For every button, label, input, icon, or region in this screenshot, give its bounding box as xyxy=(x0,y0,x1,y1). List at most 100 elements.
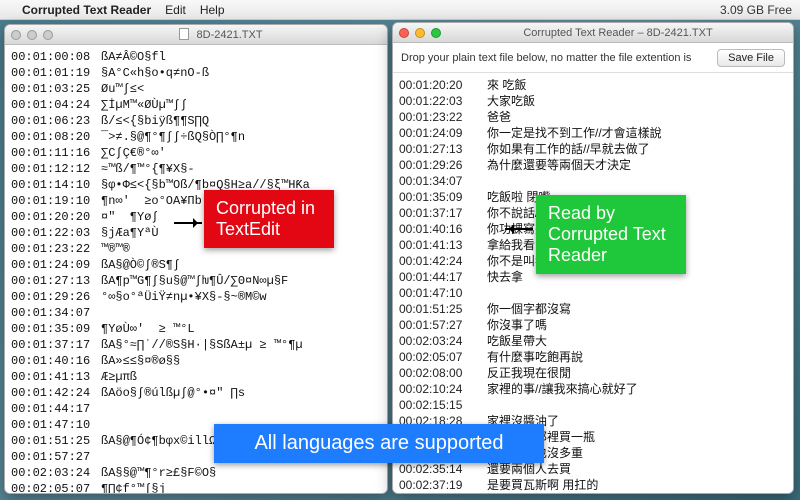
text-row: 00:02:05:07有什麼事吃飽再說 xyxy=(399,349,787,365)
text-row: 00:01:37:17ßA§°≈∏˙//®S§H·|§SßA±µ ≥ ™°¶µ xyxy=(11,337,381,353)
text-row: 00:01:34:07 xyxy=(399,173,787,189)
line-text: ßAöo§∫®úlßµ∫@°•¤" ∏s xyxy=(101,385,381,401)
text-row: 00:02:37:19是要買瓦斯啊 用扛的 xyxy=(399,477,787,493)
timestamp: 00:02:03:24 xyxy=(11,465,97,481)
line-text: 有什麼事吃飽再說 xyxy=(487,349,787,365)
timestamp: 00:01:03:25 xyxy=(11,81,97,97)
text-row: 00:02:08:00反正我現在很閒 xyxy=(399,365,787,381)
text-row: 00:01:41:13Æ≥µπß xyxy=(11,369,381,385)
timestamp: 00:01:11:16 xyxy=(11,145,97,161)
text-row: 00:01:00:08ßA≠Â©O§fl xyxy=(11,49,381,65)
text-row: 00:01:22:03大家吃飯 xyxy=(399,93,787,109)
callout-corrupted: Corrupted in TextEdit xyxy=(204,190,334,248)
timestamp: 00:01:01:19 xyxy=(11,65,97,81)
line-text: ßA§§@™¶°r≥£§F©O§ xyxy=(101,465,381,481)
line-text: 吃飯星帶大 xyxy=(487,333,787,349)
menu-edit[interactable]: Edit xyxy=(165,3,186,17)
timestamp: 00:01:42:24 xyxy=(11,385,97,401)
callout-read: Read by Corrupted Text Reader xyxy=(536,195,686,274)
reader-titlebar[interactable]: Corrupted Text Reader – 8D-2421.TXT xyxy=(393,23,793,43)
document-icon xyxy=(179,28,189,40)
timestamp: 00:01:37:17 xyxy=(11,337,97,353)
textedit-window-title: 8D-2421.TXT xyxy=(61,28,381,41)
line-text: ∑C∫Ç€®°∞' xyxy=(101,145,381,161)
timestamp: 00:02:03:24 xyxy=(399,333,483,349)
text-row: 00:01:47:10 xyxy=(399,285,787,301)
line-text: 來 吃飯 xyxy=(487,77,787,93)
timestamp: 00:01:51:25 xyxy=(11,433,97,449)
timestamp: 00:01:35:09 xyxy=(11,321,97,337)
timestamp: 00:01:23:22 xyxy=(11,241,97,257)
disk-free-status: 3.09 GB Free xyxy=(720,3,792,17)
line-text: 你如果有工作的話//早就去做了 xyxy=(487,141,787,157)
line-text: ßA»≤≤§¤®ø§§ xyxy=(101,353,381,369)
line-text: ∑İµM™«ØÙµ™∫∫ xyxy=(101,97,381,113)
timestamp: 00:02:05:07 xyxy=(11,481,97,493)
line-text: 為什麼還要等兩個天才決定 xyxy=(487,157,787,173)
line-text: 你一定是找不到工作//才會這樣說 xyxy=(487,125,787,141)
line-text: 你沒事了嗎 xyxy=(487,317,787,333)
text-row: 00:01:57:27你沒事了嗎 xyxy=(399,317,787,333)
timestamp: 00:01:40:16 xyxy=(399,221,483,237)
minimize-icon[interactable] xyxy=(27,30,37,40)
timestamp: 00:01:27:13 xyxy=(11,273,97,289)
text-row: 00:01:11:16∑C∫Ç€®°∞' xyxy=(11,145,381,161)
timestamp: 00:01:37:17 xyxy=(399,205,483,221)
line-text xyxy=(487,285,787,301)
line-text: ßA§°≈∏˙//®S§H·|§SßA±µ ≥ ™°¶µ xyxy=(101,337,381,353)
zoom-icon[interactable] xyxy=(43,30,53,40)
line-text: 家裡的事//讓我來搞心就好了 xyxy=(487,381,787,397)
timestamp: 00:02:35:14 xyxy=(399,461,483,477)
line-text: §A°C«h§o•q≠nO-ß xyxy=(101,65,381,81)
text-row: 00:01:51:25你一個字都沒寫 xyxy=(399,301,787,317)
timestamp: 00:01:24:09 xyxy=(399,125,483,141)
text-row: 00:01:12:12≈™ß/¶™°{¶¥X§- xyxy=(11,161,381,177)
textedit-titlebar[interactable]: 8D-2421.TXT xyxy=(5,25,387,45)
text-row: 00:02:05:07¶∏¢f°™∫§j xyxy=(11,481,381,493)
timestamp: 00:01:57:27 xyxy=(11,449,97,465)
text-row: 00:01:23:22爸爸 xyxy=(399,109,787,125)
timestamp: 00:01:20:20 xyxy=(11,209,97,225)
timestamp: 00:02:37:19 xyxy=(399,477,483,493)
line-text xyxy=(101,401,381,417)
timestamp: 00:01:14:10 xyxy=(11,177,97,193)
timestamp: 00:02:05:07 xyxy=(399,349,483,365)
app-name[interactable]: Corrupted Text Reader xyxy=(22,3,151,17)
text-row: 00:01:42:24ßAöo§∫®úlßµ∫@°•¤" ∏s xyxy=(11,385,381,401)
line-text: 反正我現在很閒 xyxy=(487,365,787,381)
close-icon[interactable] xyxy=(11,30,21,40)
minimize-icon[interactable] xyxy=(415,28,425,38)
text-row: 00:02:15:15 xyxy=(399,397,787,413)
text-row: 00:01:44:17 xyxy=(11,401,381,417)
line-text: ¯>≠.§@¶°¶∫∫÷ßQ§Ò∏°¶n xyxy=(101,129,381,145)
menu-help[interactable]: Help xyxy=(200,3,225,17)
save-file-button[interactable]: Save File xyxy=(717,49,785,67)
text-row: 00:01:24:09你一定是找不到工作//才會這樣說 xyxy=(399,125,787,141)
timestamp: 00:01:47:10 xyxy=(399,285,483,301)
text-row: 00:01:29:26°∞§o°ªÜiŸ≠nµ•¥X§-§~®M©w xyxy=(11,289,381,305)
text-row: 00:01:40:16ßA»≤≤§¤®ø§§ xyxy=(11,353,381,369)
close-icon[interactable] xyxy=(399,28,409,38)
line-text: °∞§o°ªÜiŸ≠nµ•¥X§-§~®M©w xyxy=(101,289,381,305)
timestamp: 00:01:29:26 xyxy=(399,157,483,173)
timestamp: 00:01:24:09 xyxy=(11,257,97,273)
text-row: 00:02:10:24家裡的事//讓我來搞心就好了 xyxy=(399,381,787,397)
timestamp: 00:01:22:03 xyxy=(399,93,483,109)
timestamp: 00:01:08:20 xyxy=(11,129,97,145)
text-row: 00:01:03:25Øu™∫≤< xyxy=(11,81,381,97)
timestamp: 00:01:12:12 xyxy=(11,161,97,177)
line-text: 大家吃飯 xyxy=(487,93,787,109)
line-text xyxy=(101,305,381,321)
timestamp: 00:01:06:23 xyxy=(11,113,97,129)
zoom-icon[interactable] xyxy=(431,28,441,38)
text-row: 00:01:08:20¯>≠.§@¶°¶∫∫÷ßQ§Ò∏°¶n xyxy=(11,129,381,145)
text-row: 00:01:01:19§A°C«h§o•q≠nO-ß xyxy=(11,65,381,81)
timestamp: 00:01:04:24 xyxy=(11,97,97,113)
text-row: 00:01:27:13你如果有工作的話//早就去做了 xyxy=(399,141,787,157)
timestamp: 00:02:08:00 xyxy=(399,365,483,381)
line-text xyxy=(487,397,787,413)
timestamp: 00:01:19:10 xyxy=(11,193,97,209)
timestamp: 00:01:41:13 xyxy=(399,237,483,253)
line-text: 還要兩個人去買 xyxy=(487,461,787,477)
arrow-to-corrupted xyxy=(174,222,202,224)
